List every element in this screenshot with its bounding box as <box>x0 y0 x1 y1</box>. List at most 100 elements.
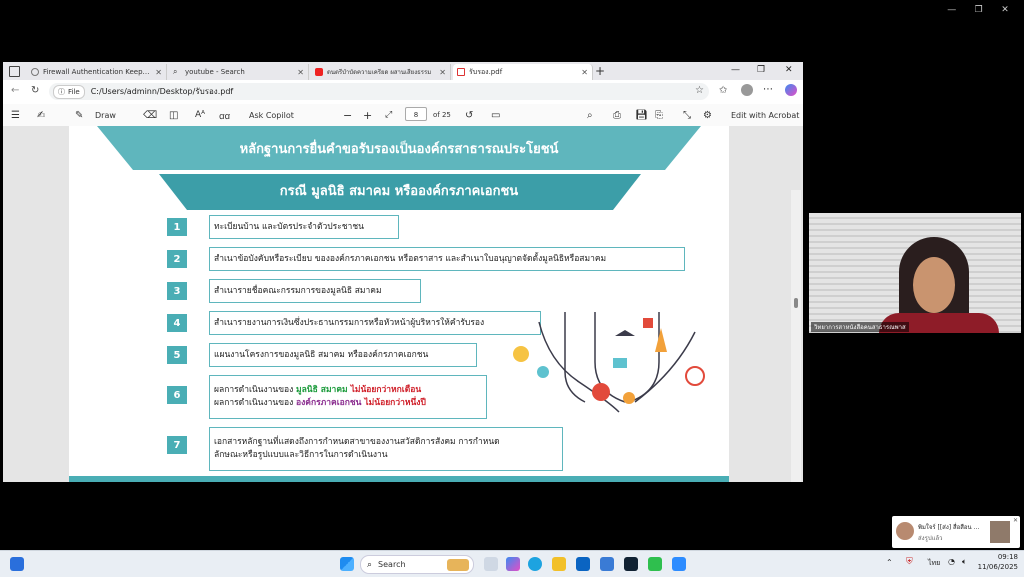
tab-youtube-search[interactable]: ⌕ youtube - Search ✕ <box>169 64 309 80</box>
participant-video[interactable] <box>809 213 1021 333</box>
wifi-icon[interactable]: ◔ <box>948 557 955 566</box>
close-tab-icon[interactable]: ✕ <box>436 68 446 77</box>
browser-window: Firewall Authentication Keepalive ✕ ⌕ yo… <box>3 62 803 482</box>
close-icon[interactable]: ✕ <box>1013 517 1018 524</box>
tab-bar: Firewall Authentication Keepalive ✕ ⌕ yo… <box>3 62 803 80</box>
list-item: ทะเบียนบ้าน และบัตรประจำตัวประชาชน <box>209 215 399 239</box>
search-icon[interactable]: ⌕ <box>587 108 593 122</box>
chat-notification[interactable]: พิมใจร์ [[ส่ง] สื่อสือน ... ส่งรูปแล้ว ✕ <box>892 516 1020 548</box>
zoom-out-icon[interactable]: − <box>343 108 352 122</box>
pdf-toolbar: ☰ ✍ ✎ Draw ⌫ ◫ Aᴬ ꭤꭤ Ask Copilot − + ⤢ 8… <box>3 104 803 127</box>
task-view-icon[interactable] <box>484 557 498 571</box>
save-icon[interactable]: 💾︎ <box>635 108 648 122</box>
favorites-icon[interactable]: ✩ <box>719 85 727 96</box>
outlook-icon[interactable] <box>576 557 590 571</box>
store-icon[interactable] <box>600 557 614 571</box>
pdf-scrollbar[interactable] <box>791 190 801 482</box>
tab-youtube-video[interactable]: ดนตรีบำบัดความเครียด ผสานเสียงธรรม ✕ <box>311 64 451 80</box>
item-number: 5 <box>167 346 187 364</box>
taskbar-search[interactable]: ⌕ Search <box>360 555 474 574</box>
list-item: สำเนารายชื่อคณะกรรมการของมูลนิธิ สมาคม <box>209 279 421 303</box>
ask-copilot-button[interactable]: Ask Copilot <box>249 108 294 122</box>
page-total: of 25 <box>433 111 451 119</box>
two-page-icon[interactable]: ▭ <box>491 108 500 122</box>
gear-icon <box>537 366 549 378</box>
windows-start-icon[interactable] <box>340 557 354 571</box>
item-number: 1 <box>167 218 187 236</box>
notification-thumbnail <box>990 521 1010 543</box>
file-chip[interactable]: ⓘ File <box>53 84 85 99</box>
tab-firewall[interactable]: Firewall Authentication Keepalive ✕ <box>27 64 167 80</box>
back-icon[interactable]: ← <box>11 85 19 96</box>
line-icon[interactable] <box>648 557 662 571</box>
slide-title: หลักฐานการยื่นคำขอรับรองเป็นองค์กรสาธารณ… <box>239 142 559 157</box>
pdf-page: หลักฐานการยื่นคำขอรับรองเป็นองค์กรสาธารณ… <box>69 126 729 482</box>
close-tab-icon[interactable]: ✕ <box>294 68 304 77</box>
close-tab-icon[interactable]: ✕ <box>152 68 162 77</box>
brain-icon <box>592 383 610 401</box>
pdf-viewer: หลักฐานการยื่นคำขอรับรองเป็นองค์กรสาธารณ… <box>3 126 803 482</box>
text-size-icon[interactable]: Aᴬ <box>195 108 205 122</box>
page-number-input[interactable]: 8 <box>405 107 427 121</box>
more-icon[interactable]: ⋯ <box>763 84 773 95</box>
draw-icon[interactable]: ✎ <box>75 108 83 122</box>
language-indicator[interactable]: ไทย <box>928 558 940 569</box>
eraser-icon[interactable]: ⌫ <box>143 108 157 122</box>
business-illustration <box>513 312 705 413</box>
slide-footer-bar <box>69 476 729 482</box>
target-icon <box>685 366 705 386</box>
restore-icon[interactable]: ❐ <box>757 65 765 75</box>
draw-button[interactable]: Draw <box>95 108 116 122</box>
close-icon[interactable]: ✕ <box>1001 5 1009 15</box>
restore-icon[interactable]: ❐ <box>975 5 983 15</box>
copilot-icon[interactable] <box>506 557 520 571</box>
edge-icon[interactable] <box>528 557 542 571</box>
address-bar: ← ↻ ⓘ File C:/Users/adminn/Desktop/รับรอง… <box>3 80 803 105</box>
close-tab-icon[interactable]: ✕ <box>578 68 588 77</box>
rotate-icon[interactable]: ↺ <box>465 108 473 122</box>
fullscreen-icon[interactable]: ⤡ <box>683 108 691 122</box>
checklist-icon <box>643 318 653 328</box>
pdf-icon <box>457 68 465 76</box>
url-field[interactable]: ⓘ File C:/Users/adminn/Desktop/รับรอง.pdf <box>49 83 709 100</box>
minimize-icon[interactable]: — <box>731 65 740 75</box>
favorite-star-icon[interactable]: ☆ <box>695 85 704 96</box>
cloud-icon <box>613 358 627 368</box>
globe-icon <box>31 68 39 76</box>
clock-date[interactable]: 11/06/2025 <box>976 563 1018 571</box>
save-as-icon[interactable]: ⎘ <box>655 108 663 122</box>
print-icon[interactable]: ⎙ <box>613 108 621 122</box>
highlight-icon[interactable]: ✍ <box>37 108 45 122</box>
zoom-icon[interactable] <box>672 557 686 571</box>
zoom-in-icon[interactable]: + <box>363 108 372 122</box>
rocket-icon <box>655 328 667 352</box>
file-explorer-icon[interactable] <box>552 557 566 571</box>
clock-time[interactable]: 09:18 <box>982 553 1018 561</box>
item-number: 6 <box>167 386 187 404</box>
tab-actions-icon[interactable] <box>9 66 20 77</box>
copilot-icon[interactable] <box>785 84 797 96</box>
search-icon: ⌕ <box>173 67 178 76</box>
tab-pdf[interactable]: รับรอง.pdf ✕ <box>453 64 593 80</box>
volume-icon[interactable]: 🔈︎ <box>962 557 967 567</box>
scrollbar-thumb[interactable] <box>794 298 798 308</box>
read-aloud-icon[interactable]: ꭤꭤ <box>219 108 230 122</box>
close-window-icon[interactable]: ✕ <box>785 65 793 75</box>
contents-icon[interactable]: ☰ <box>11 108 20 122</box>
search-highlight-icon <box>447 558 469 571</box>
new-tab-button[interactable]: + <box>595 64 605 78</box>
fit-page-icon[interactable]: ⤢ <box>385 108 392 122</box>
meeting-window-controls: — ❐ ✕ <box>938 3 1018 17</box>
settings-icon[interactable]: ⚙ <box>703 108 712 122</box>
minimize-icon[interactable]: — <box>947 5 956 15</box>
widgets-icon[interactable] <box>10 557 24 571</box>
terminal-icon[interactable] <box>624 557 638 571</box>
profile-avatar[interactable] <box>741 84 753 96</box>
refresh-icon[interactable]: ↻ <box>31 85 39 96</box>
edit-with-acrobat-button[interactable]: Edit with Acrobat <box>731 108 799 122</box>
chevron-up-icon[interactable]: ⌃ <box>886 558 893 567</box>
antivirus-icon[interactable]: ⛨ <box>906 557 913 567</box>
view-icon[interactable]: ◫ <box>169 108 178 122</box>
list-item: เอกสารหลักฐานที่แสดงถึงการกำหนดสาขาของงา… <box>209 427 563 471</box>
item-number: 4 <box>167 314 187 332</box>
